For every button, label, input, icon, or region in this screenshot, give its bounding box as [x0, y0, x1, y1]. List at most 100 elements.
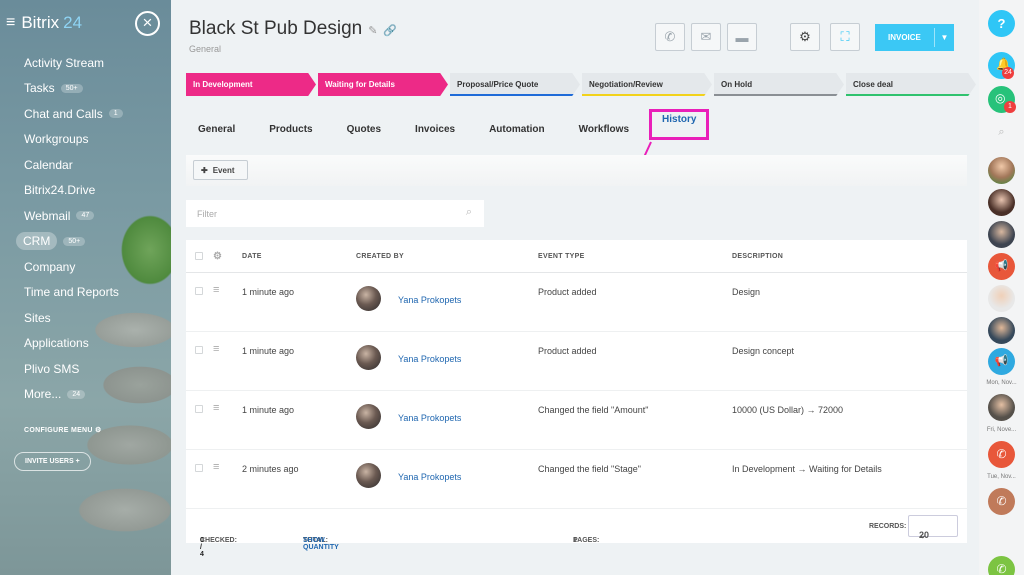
stage-underline	[714, 94, 838, 96]
sidebar-item-tasks[interactable]: Tasks 50+	[0, 76, 171, 102]
column-event-type[interactable]: EVENT TYPE	[538, 253, 585, 260]
stage-waiting-for-details[interactable]: Waiting for Details	[318, 73, 448, 96]
row-checkbox[interactable]	[195, 346, 203, 354]
pencil-icon[interactable]: ✎	[368, 25, 377, 37]
created-by-link[interactable]: Yana Prokopets	[398, 472, 461, 482]
row-checkbox[interactable]	[195, 405, 203, 413]
fullscreen-button[interactable]: ⛶	[830, 23, 860, 51]
contact-avatar[interactable]	[988, 221, 1015, 248]
avatar[interactable]	[356, 345, 381, 370]
chat-button[interactable]: ▬	[727, 23, 757, 51]
select-all-checkbox[interactable]	[195, 252, 203, 260]
search-icon[interactable]: ⌕	[979, 126, 1024, 139]
tab-history[interactable]: History	[649, 109, 710, 140]
created-by-link[interactable]: Yana Prokopets	[398, 413, 461, 423]
sidebar-item-chat-and-calls[interactable]: Chat and Calls 1	[0, 101, 171, 127]
avatar[interactable]	[356, 286, 381, 311]
contact-avatar[interactable]	[988, 285, 1015, 312]
email-button[interactable]: ✉	[691, 23, 721, 51]
contact-avatar[interactable]	[988, 157, 1015, 184]
tab-products[interactable]: Products	[269, 119, 312, 140]
row-menu-icon[interactable]: ≡	[213, 284, 219, 296]
chat-icon: ▬	[735, 29, 749, 45]
sidebar-item-label: Activity Stream	[24, 55, 105, 70]
sidebar-item-label: Webmail	[24, 208, 71, 223]
event-date: 1 minute ago	[242, 346, 295, 356]
row-menu-icon[interactable]: ≡	[213, 402, 219, 414]
tab-quotes[interactable]: Quotes	[347, 119, 381, 140]
stage-negotiation-review[interactable]: Negotiation/Review	[582, 73, 712, 96]
row-menu-icon[interactable]: ≡	[213, 343, 219, 355]
megaphone-icon[interactable]: 📢	[988, 253, 1015, 280]
search-icon[interactable]: ⌕	[466, 206, 472, 219]
sidebar-item-label: Plivo SMS	[24, 361, 80, 376]
phone-icon[interactable]: ✆	[988, 556, 1015, 575]
sidebar-item-time-and-reports[interactable]: Time and Reports	[0, 280, 171, 306]
sidebar-item-sites[interactable]: Sites	[0, 305, 171, 331]
stage-in-development[interactable]: In Development	[186, 73, 316, 96]
deal-title: Black St Pub Design	[189, 18, 363, 39]
counter-badge: 50+	[63, 236, 86, 246]
sidebar-item-more[interactable]: More... 24	[0, 382, 171, 408]
invoice-button[interactable]: INVOICE ▼	[875, 24, 954, 51]
row-checkbox[interactable]	[195, 464, 203, 472]
chat-date-label: Tue, Nov...	[987, 474, 1016, 480]
sidebar-item-company[interactable]: Company	[0, 254, 171, 280]
sidebar-item-workgroups[interactable]: Workgroups	[0, 127, 171, 153]
gear-icon[interactable]: ⚙	[213, 251, 222, 262]
phone-icon: ✆	[664, 29, 676, 44]
sidebar-item-webmail[interactable]: Webmail 47	[0, 203, 171, 229]
sidebar-item-calendar[interactable]: Calendar	[0, 152, 171, 178]
event-date: 1 minute ago	[242, 405, 295, 415]
chevron-down-icon[interactable]: ▼	[934, 28, 954, 47]
row-menu-icon[interactable]: ≡	[213, 461, 219, 473]
sidebar-item-crm[interactable]: CRM 50+	[0, 229, 171, 255]
tab-automation[interactable]: Automation	[489, 119, 545, 140]
pages-value: 1	[573, 537, 577, 544]
notifications-button[interactable]: 🔔 24	[988, 52, 1015, 79]
settings-button[interactable]: ⚙	[790, 23, 820, 51]
column-created-by[interactable]: CREATED BY	[356, 253, 404, 260]
column-date[interactable]: DATE	[242, 253, 262, 260]
contact-avatar[interactable]	[988, 317, 1015, 344]
stage-on-hold[interactable]: On Hold	[714, 73, 844, 96]
phone-icon[interactable]: ✆	[988, 488, 1015, 515]
records-select[interactable]: 20 ⌄	[908, 515, 958, 540]
invite-users-button[interactable]: INVITE USERS +	[14, 452, 91, 471]
created-by-link[interactable]: Yana Prokopets	[398, 354, 461, 364]
link-icon[interactable]: 🔗	[383, 25, 397, 37]
menu-hamburger-icon[interactable]: ≡	[6, 14, 15, 32]
created-by-link[interactable]: Yana Prokopets	[398, 295, 461, 305]
add-event-button[interactable]: ✚ Event	[193, 160, 248, 180]
records-label: RECORDS:	[869, 523, 907, 530]
avatar[interactable]	[356, 463, 381, 488]
stage-close-deal[interactable]: Close deal	[846, 73, 976, 96]
phone-icon[interactable]: ✆	[988, 441, 1015, 468]
tab-general[interactable]: General	[198, 119, 235, 140]
contact-avatar[interactable]	[988, 189, 1015, 216]
tab-invoices[interactable]: Invoices	[415, 119, 455, 140]
column-description[interactable]: DESCRIPTION	[732, 253, 783, 260]
sidebar-item-applications[interactable]: Applications	[0, 331, 171, 357]
call-button[interactable]: ✆	[655, 23, 685, 51]
contact-avatar[interactable]	[988, 394, 1015, 421]
avatar[interactable]	[356, 404, 381, 429]
help-button[interactable]: ?	[988, 10, 1015, 37]
tab-workflows[interactable]: Workflows	[579, 119, 629, 140]
sidebar-item-activity-stream[interactable]: Activity Stream	[0, 50, 171, 76]
megaphone-icon[interactable]: 📢	[988, 348, 1015, 375]
sidebar-item-label: Time and Reports	[24, 285, 119, 300]
row-checkbox[interactable]	[195, 287, 203, 295]
chat-date-label: Fri, Nove...	[986, 427, 1017, 433]
filter-input[interactable]: Filter ⌕	[186, 200, 484, 227]
open-lines-button[interactable]: ◎ 1	[988, 86, 1016, 113]
stage-proposal-price-quote[interactable]: Proposal/Price Quote	[450, 73, 580, 96]
event-description: 10000 (US Dollar) → 72000	[732, 405, 844, 415]
logo[interactable]: ≡ Bitrix 24	[6, 13, 82, 33]
sidebar-item-bitrix24-drive[interactable]: Bitrix24.Drive	[0, 178, 171, 204]
show-quantity-link[interactable]: SHOW QUANTITY	[303, 537, 339, 551]
sidebar-item-label: Chat and Calls	[24, 106, 103, 121]
configure-menu-button[interactable]: CONFIGURE MENU ⚙	[24, 426, 102, 434]
sidebar-item-plivo-sms[interactable]: Plivo SMS	[0, 356, 171, 382]
close-slider-button[interactable]: ×	[135, 11, 160, 36]
